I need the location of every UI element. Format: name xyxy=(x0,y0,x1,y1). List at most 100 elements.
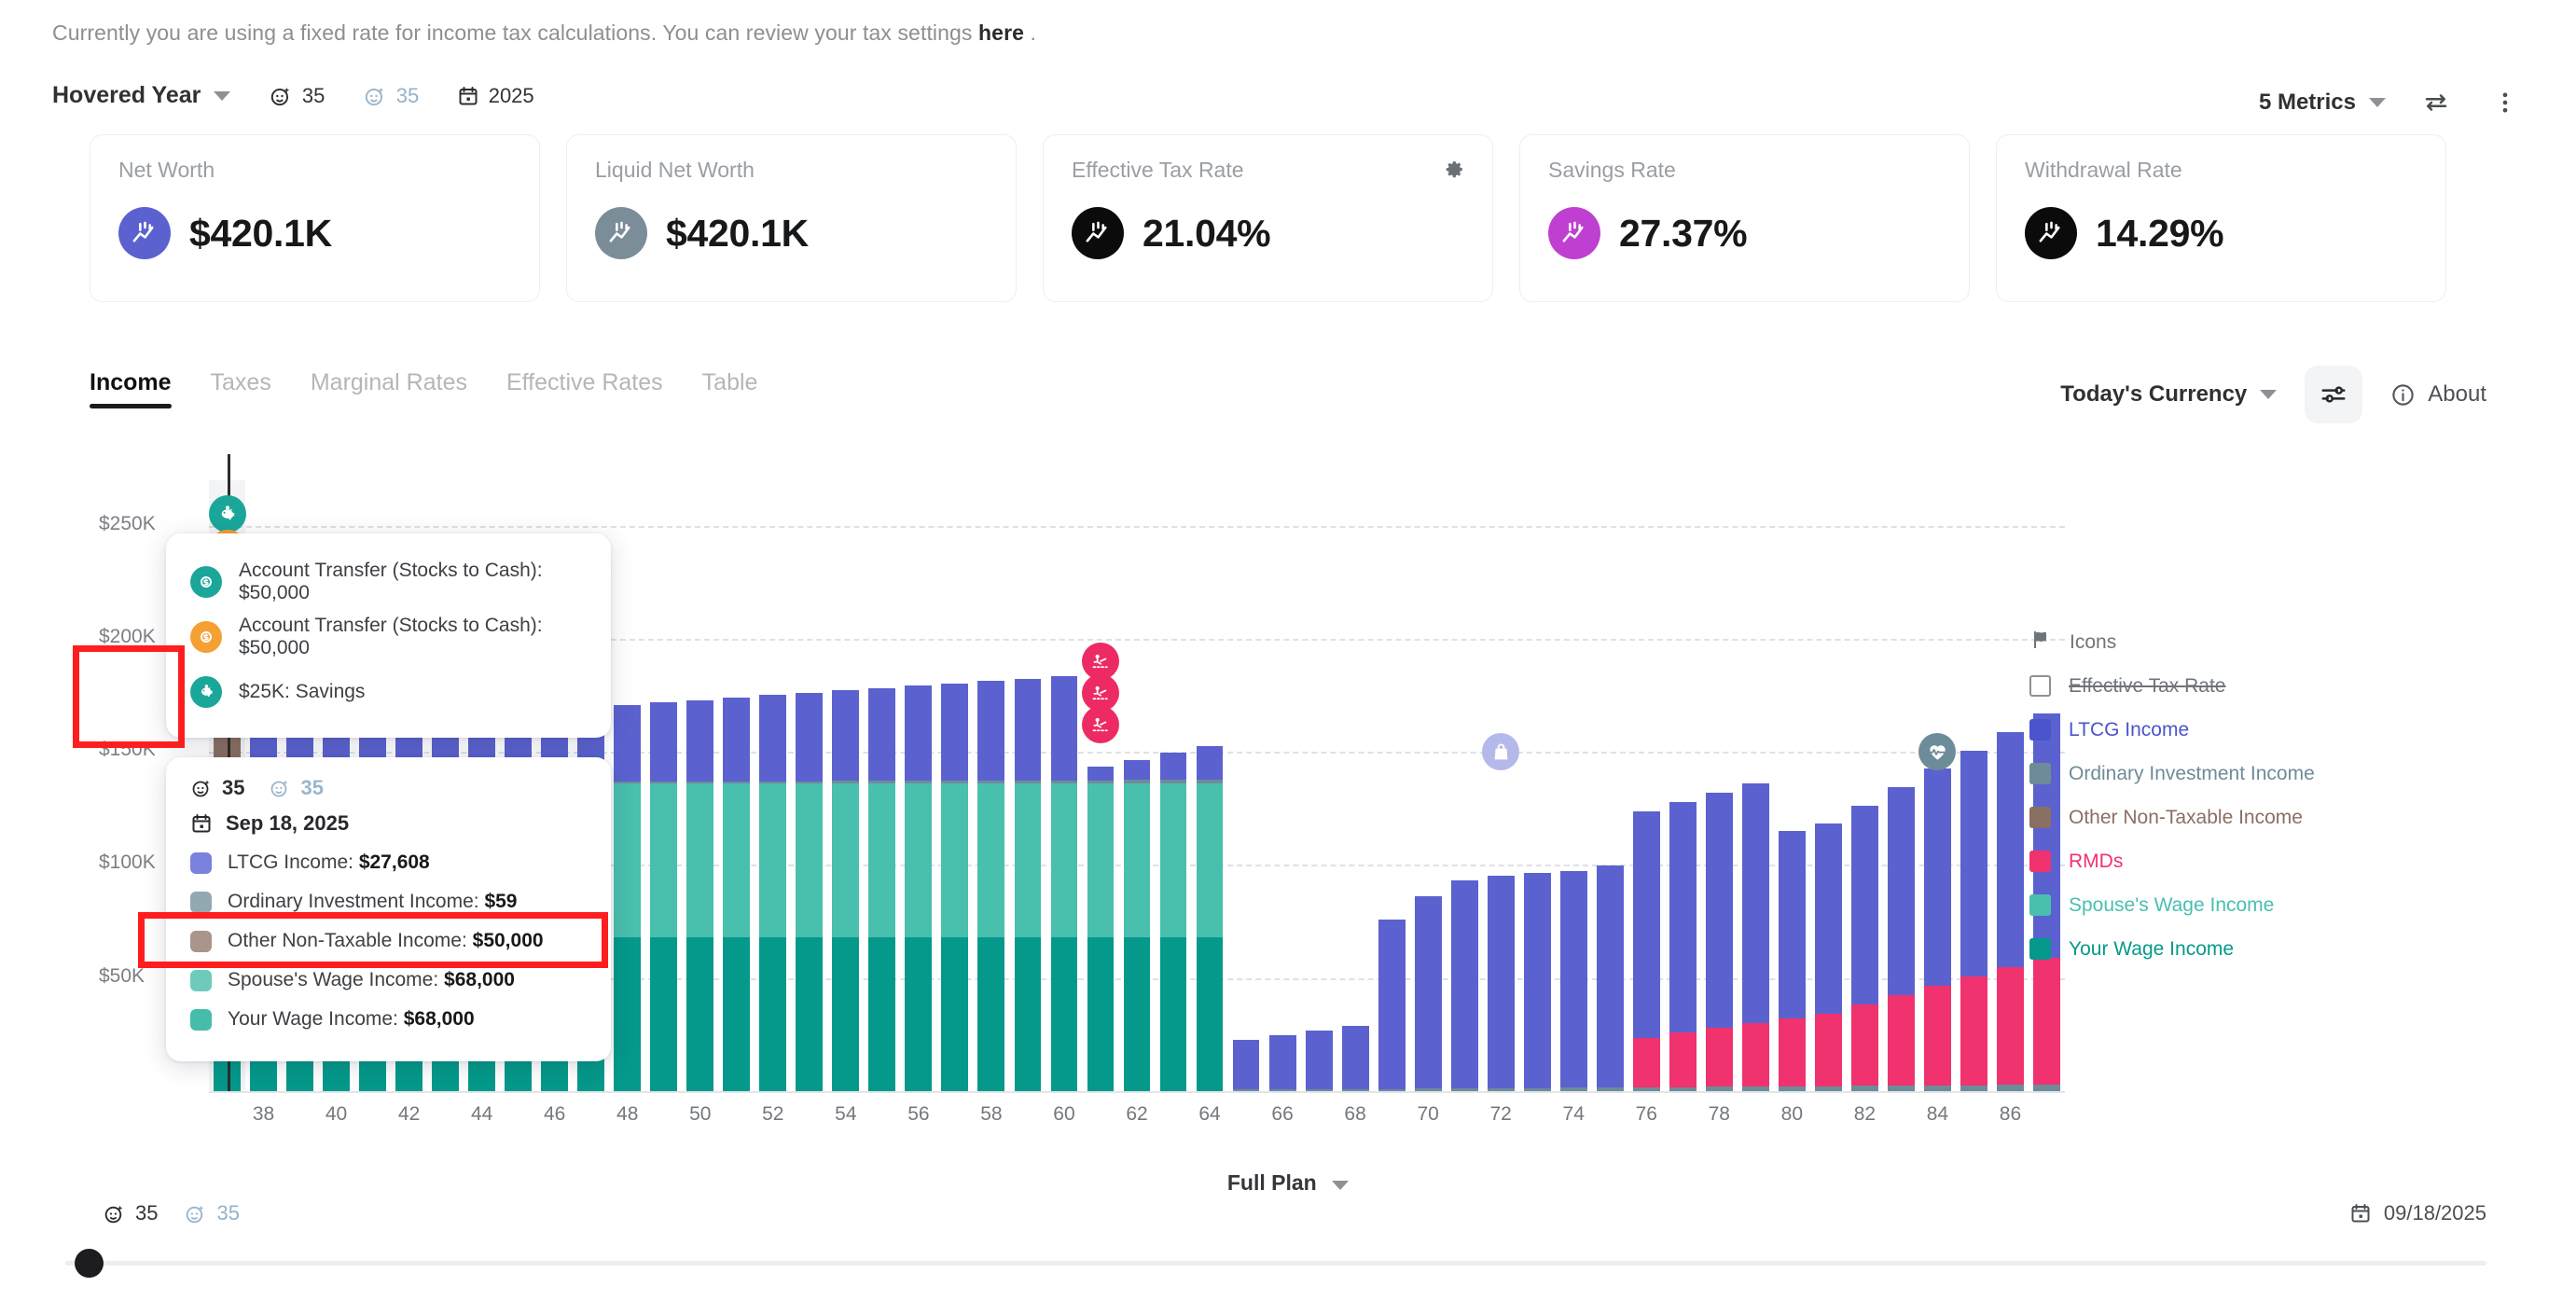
app-root: Currently you are using a fixed rate for… xyxy=(0,0,2576,1301)
metric-card-label: Net Worth xyxy=(118,158,215,182)
chart-bar-segment xyxy=(1778,830,1806,1019)
legend-item[interactable]: Ordinary Investment Income xyxy=(2029,752,2421,796)
chart-bar[interactable] xyxy=(723,698,751,1091)
chart-bar[interactable] xyxy=(1960,750,1987,1091)
chart-legend[interactable]: Icons Effective Tax Rate LTCG Income Ordina… xyxy=(2029,620,2421,971)
tab-marginal-rates[interactable]: Marginal Rates xyxy=(311,369,467,408)
metrics-count-label: 5 Metrics xyxy=(2258,90,2356,115)
chart-bar[interactable] xyxy=(977,681,1005,1091)
chart-bar[interactable] xyxy=(1341,1025,1369,1091)
swap-arrows-button[interactable] xyxy=(2417,84,2455,121)
metric-card-savings-rate[interactable]: Savings Rate 27.37% xyxy=(1519,134,1970,302)
timeline-slider-thumb[interactable] xyxy=(75,1249,104,1278)
chart-bar[interactable] xyxy=(796,692,824,1091)
chart-bar[interactable] xyxy=(1923,768,1951,1091)
chart-bar[interactable] xyxy=(868,687,896,1091)
metric-card-label: Effective Tax Rate xyxy=(1072,158,1244,182)
chart-bar[interactable] xyxy=(1123,759,1151,1091)
timeline-spouse-age: 35 xyxy=(184,1201,240,1225)
piggy-bank-icon xyxy=(190,675,222,708)
chart-bar[interactable] xyxy=(1814,824,1842,1091)
chart-bar[interactable] xyxy=(1014,678,1042,1091)
chart-bar[interactable] xyxy=(1159,753,1187,1091)
chart-bar[interactable] xyxy=(1596,865,1624,1091)
chart-bar[interactable] xyxy=(1414,896,1442,1091)
metric-card-withdrawal-rate[interactable]: Withdrawal Rate 14.29% xyxy=(1996,134,2446,302)
legend-item[interactable]: Other Non-Taxable Income xyxy=(2029,796,2421,839)
legend-item[interactable]: Effective Tax Rate xyxy=(2029,664,2421,708)
chart-marker-bag[interactable] xyxy=(1482,733,1520,771)
chart-bar-segment xyxy=(1123,937,1151,1091)
chart-bar-segment xyxy=(1669,801,1697,1033)
gear-icon[interactable] xyxy=(1443,158,1466,186)
currency-selector[interactable]: Today's Currency xyxy=(2060,381,2278,408)
chart-events-tooltip: Account Transfer (Stocks to Cash): $50,0… xyxy=(166,533,611,738)
metrics-count-selector[interactable]: 5 Metrics xyxy=(2259,90,2386,116)
chart-bar[interactable] xyxy=(832,690,860,1091)
chart-bar[interactable] xyxy=(686,699,714,1091)
legend-item[interactable]: LTCG Income xyxy=(2029,708,2421,752)
chart-bar[interactable] xyxy=(1450,879,1478,1091)
chart-marker-piggy-bank[interactable] xyxy=(208,495,246,533)
tab-effective-rates[interactable]: Effective Rates xyxy=(506,369,663,408)
metric-card-liquid-net-worth[interactable]: Liquid Net Worth $420.1K xyxy=(566,134,1017,302)
chart-marker-heartbeat[interactable] xyxy=(1918,733,1957,771)
legend-item[interactable]: Spouse's Wage Income xyxy=(2029,883,2421,927)
chart-bar-segment xyxy=(796,783,824,938)
metric-card-effective-tax-rate[interactable]: Effective Tax Rate 21.04% xyxy=(1043,134,1493,302)
chart-y-tick-label: $250K xyxy=(99,512,156,534)
about-button[interactable]: About xyxy=(2390,381,2486,408)
chart-bar[interactable] xyxy=(1196,745,1224,1091)
chart-bar[interactable] xyxy=(1050,676,1078,1091)
chart-bar[interactable] xyxy=(1268,1034,1296,1091)
chart-x-tick-label: 56 xyxy=(907,1103,930,1125)
chart-bar[interactable] xyxy=(941,683,969,1091)
chart-bar[interactable] xyxy=(905,685,933,1091)
plan-range-selector[interactable]: Full Plan xyxy=(0,1170,2576,1196)
chart-bar-segment xyxy=(868,783,896,938)
chart-bar[interactable] xyxy=(1705,793,1733,1091)
chart-bar[interactable] xyxy=(1778,830,1806,1091)
chart-bar[interactable] xyxy=(1378,919,1406,1091)
chart-bar-segment xyxy=(1850,805,1878,1005)
timeline-slider-track[interactable] xyxy=(65,1261,2486,1266)
legend-item[interactable]: RMDs xyxy=(2029,839,2421,883)
chart-bar[interactable] xyxy=(1232,1039,1260,1091)
chart-bar-segment xyxy=(1123,780,1151,784)
chart-x-tick-label: 50 xyxy=(689,1103,712,1125)
chart-bar[interactable] xyxy=(1632,810,1660,1091)
chart-marker-retire[interactable] xyxy=(1081,706,1119,743)
chart-bar[interactable] xyxy=(1997,732,2024,1091)
more-options-button[interactable] xyxy=(2486,84,2524,121)
timeline-slider[interactable] xyxy=(65,1249,2486,1278)
chart-bar[interactable] xyxy=(614,704,642,1091)
chart-bar[interactable] xyxy=(1559,870,1587,1091)
metric-card-net-worth[interactable]: Net Worth $420.1K xyxy=(90,134,540,302)
chart-x-tick-label: 82 xyxy=(1853,1103,1877,1125)
chart-bar[interactable] xyxy=(1887,786,1915,1091)
tab-taxes[interactable]: Taxes xyxy=(211,369,271,408)
tooltip-your-age-value: 35 xyxy=(222,776,245,799)
chart-bar[interactable] xyxy=(1741,783,1769,1091)
chart-bar[interactable] xyxy=(650,702,678,1091)
person-age-icon xyxy=(271,780,288,797)
chart-bar[interactable] xyxy=(1669,801,1697,1091)
tab-table[interactable]: Table xyxy=(702,369,758,408)
tax-settings-link[interactable]: here xyxy=(978,21,1024,45)
chart-bar[interactable] xyxy=(1850,805,1878,1091)
hovered-year-selector[interactable]: Hovered Year xyxy=(52,82,231,109)
chart-bar[interactable] xyxy=(759,695,787,1091)
chart-x-tick-label: 40 xyxy=(325,1103,348,1125)
chart-bar-segment xyxy=(614,937,642,1091)
tab-income[interactable]: Income xyxy=(90,369,172,408)
legend-item[interactable]: Icons xyxy=(2029,620,2421,664)
chart-bar-segment xyxy=(1050,937,1078,1091)
chart-x-tick-labels: 38 40 42 44 46 48 50 52 54 56 58 60 62 64 66 68 70 72 74 76… xyxy=(209,1103,2065,1141)
chart-bar[interactable] xyxy=(1523,873,1551,1091)
chart-settings-button[interactable] xyxy=(2305,366,2363,423)
chart-bar[interactable] xyxy=(1087,767,1115,1091)
chart-bar-segment xyxy=(1159,937,1187,1091)
chart-bar[interactable] xyxy=(1305,1031,1333,1091)
chart-bar[interactable] xyxy=(1487,875,1515,1091)
legend-item[interactable]: Your Wage Income xyxy=(2029,927,2421,971)
